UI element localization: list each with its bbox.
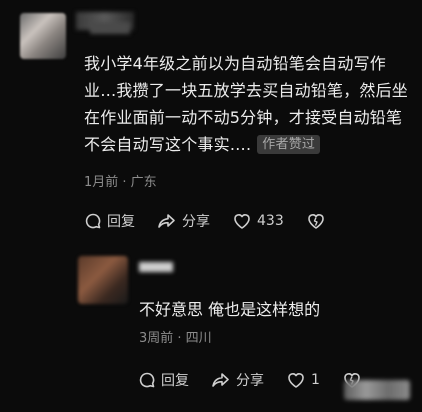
username-blurred-part (90, 22, 130, 34)
share-label: 分享 (182, 214, 210, 230)
avatar[interactable] (20, 13, 66, 59)
share-arrow-icon (158, 214, 175, 228)
like-button[interactable]: 433 (232, 212, 284, 230)
heart-icon (234, 214, 250, 229)
watermark-blurred (344, 380, 410, 400)
reply-text[interactable]: 不好意思 俺也是这样想的 (139, 296, 320, 320)
reply-actions: 回复 分享 1 (138, 370, 367, 390)
comment-text: 我小学4年级之前以为自动铅笔会自动写作业…我攒了一块五放学去买自动铅笔，然后坐在… (84, 54, 409, 154)
dislike-button[interactable] (306, 212, 331, 230)
comment-actions: 回复 分享 433 (84, 211, 331, 231)
reply-button[interactable]: 回复 (84, 211, 135, 231)
reply-like-button[interactable]: 1 (286, 371, 320, 389)
reply-bubble-icon (139, 372, 155, 388)
reply-share-button[interactable]: 分享 (211, 370, 264, 390)
comment-body[interactable]: 我小学4年级之前以为自动铅笔会自动写作业…我攒了一块五放学去买自动铅笔，然后坐在… (84, 50, 414, 158)
reply-label: 回复 (107, 214, 135, 230)
reply-reply-button[interactable]: 回复 (138, 370, 189, 390)
share-label: 分享 (236, 373, 264, 389)
broken-heart-icon (307, 214, 324, 229)
reply-avatar[interactable] (78, 256, 128, 304)
like-count: 1 (311, 372, 320, 388)
share-arrow-icon (212, 373, 229, 387)
reply-bubble-icon (85, 213, 101, 229)
reply-meta: 3周前 · 四川 (139, 331, 212, 346)
reply-username-blurred[interactable] (139, 262, 173, 272)
comment-meta: 1月前 · 广东 (84, 175, 157, 190)
author-liked-badge: 作者赞过 (257, 135, 321, 154)
heart-icon (288, 373, 304, 388)
share-button[interactable]: 分享 (157, 211, 210, 231)
reply-label: 回复 (161, 373, 189, 389)
like-count: 433 (257, 213, 284, 229)
